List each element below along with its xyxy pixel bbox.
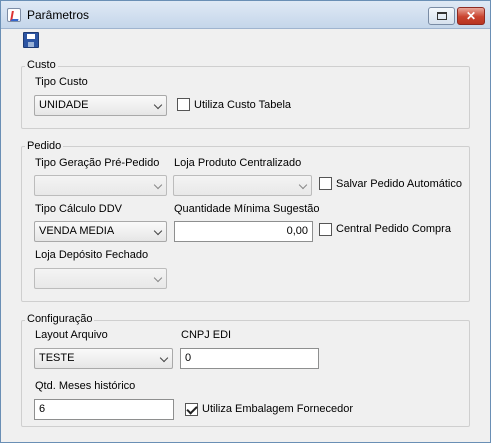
- loja-produto-select[interactable]: [173, 175, 312, 196]
- loja-deposito-label: Loja Depósito Fechado: [35, 249, 149, 261]
- chevron-down-icon: [153, 100, 163, 110]
- tipo-calculo-select[interactable]: VENDA MEDIA: [34, 221, 167, 242]
- utiliza-embalagem-label: Utiliza Embalagem Fornecedor: [202, 403, 354, 415]
- close-icon: ✕: [465, 9, 477, 23]
- cnpj-edi-input[interactable]: 0: [180, 348, 319, 369]
- layout-arquivo-select[interactable]: TESTE: [34, 348, 173, 369]
- tipo-custo-label: Tipo Custo: [35, 76, 88, 88]
- chevron-down-icon: [153, 180, 163, 190]
- salvar-pedido-label: Salvar Pedido Automático: [336, 178, 462, 190]
- tipo-custo-value: UNIDADE: [39, 99, 89, 111]
- chevron-down-icon: [159, 353, 169, 363]
- qtd-meses-input[interactable]: 6: [34, 399, 174, 420]
- parametros-window: Parâmetros ✕ Custo Tipo Custo UNIDADE Ut…: [0, 0, 491, 443]
- chevron-down-icon: [298, 180, 308, 190]
- close-button[interactable]: ✕: [457, 7, 485, 25]
- loja-produto-label: Loja Produto Centralizado: [174, 157, 302, 169]
- utiliza-custo-tabela-label: Utiliza Custo Tabela: [194, 99, 292, 111]
- tipo-calculo-label: Tipo Cálculo DDV: [35, 203, 123, 215]
- tipo-geracao-label: Tipo Geração Pré-Pedido: [35, 157, 160, 169]
- tipo-custo-select[interactable]: UNIDADE: [34, 95, 167, 116]
- cnpj-edi-label: CNPJ EDI: [181, 329, 232, 341]
- qtd-meses-label: Qtd. Meses histórico: [35, 380, 136, 392]
- central-pedido-checkbox[interactable]: [319, 223, 332, 236]
- tipo-geracao-select[interactable]: [34, 175, 167, 196]
- qtd-minima-input[interactable]: 0,00: [174, 221, 313, 242]
- layout-arquivo-value: TESTE: [39, 352, 75, 364]
- tipo-calculo-value: VENDA MEDIA: [39, 225, 115, 237]
- pedido-legend: Pedido: [25, 140, 64, 152]
- loja-deposito-select[interactable]: [34, 268, 167, 289]
- salvar-pedido-checkbox[interactable]: [319, 177, 332, 190]
- window-title: Parâmetros: [27, 8, 90, 22]
- restore-button[interactable]: [428, 7, 455, 25]
- chevron-down-icon: [153, 273, 163, 283]
- restore-icon: [437, 12, 447, 20]
- central-pedido-label: Central Pedido Compra: [336, 223, 451, 235]
- save-icon[interactable]: [23, 32, 39, 48]
- java-app-icon: [7, 8, 21, 22]
- utiliza-custo-tabela-checkbox[interactable]: [177, 98, 190, 111]
- custo-legend: Custo: [25, 59, 58, 71]
- title-bar[interactable]: Parâmetros ✕: [1, 1, 490, 29]
- configuracao-legend: Configuração: [25, 313, 95, 325]
- layout-arquivo-label: Layout Arquivo: [35, 329, 108, 341]
- chevron-down-icon: [153, 226, 163, 236]
- qtd-minima-label: Quantidade Mínima Sugestão: [174, 203, 320, 215]
- utiliza-embalagem-checkbox[interactable]: [185, 403, 198, 416]
